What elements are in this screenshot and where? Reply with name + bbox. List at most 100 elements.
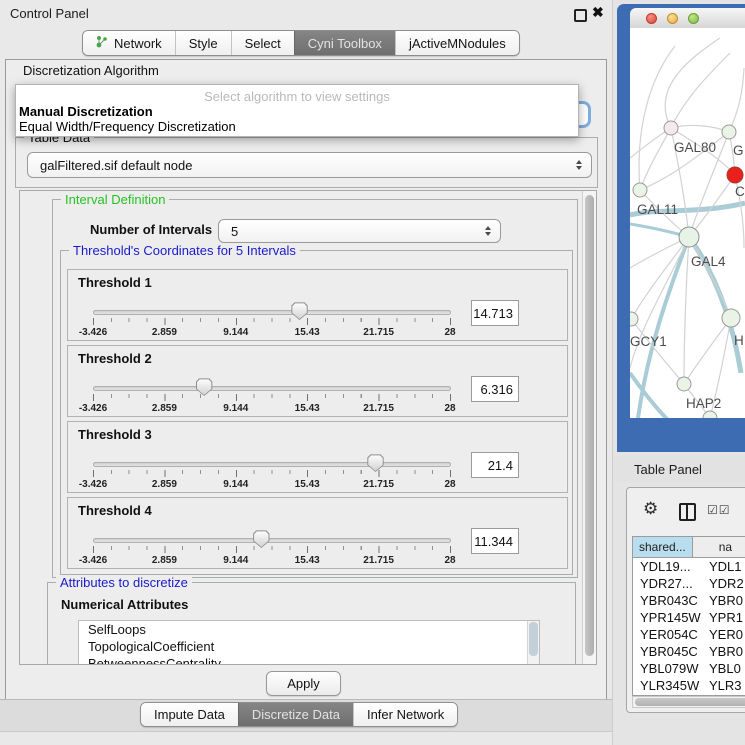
threshold-slider-track[interactable] — [93, 538, 451, 543]
interval-definition-group-title: Interval Definition — [61, 192, 169, 207]
network-node-c[interactable] — [727, 167, 743, 183]
tab-cyni-toolbox[interactable]: Cyni Toolbox — [294, 31, 395, 55]
network-node-gal11[interactable] — [633, 183, 647, 197]
attribute-list-item[interactable]: SelfLoops — [79, 621, 539, 638]
threshold-slider-track[interactable] — [93, 310, 451, 315]
network-node-gal4[interactable] — [679, 227, 699, 247]
numerical-attributes-list[interactable]: SelfLoopsTopologicalCoefficientBetweenne… — [78, 620, 540, 665]
threshold-slider-track[interactable] — [93, 386, 451, 391]
cell-name[interactable]: YLR3 — [709, 678, 742, 693]
network-node-gal80[interactable] — [664, 121, 678, 135]
number-of-intervals-combobox[interactable]: 5 — [218, 219, 501, 243]
cell-shared-name[interactable]: YDR27... — [633, 576, 709, 591]
slider-tick-labels: -3.4262.8599.14415.4321.71528 — [68, 479, 567, 491]
attribute-list-item[interactable]: BetweennessCentrality — [79, 655, 539, 665]
settings-panel-scrollbar[interactable] — [582, 191, 596, 664]
popup-placeholder-option[interactable]: Select algorithm to view settings — [16, 89, 578, 104]
tick-label: 21.715 — [363, 403, 394, 414]
cell-shared-name[interactable]: YDL19... — [633, 559, 709, 574]
tick-label: 9.144 — [223, 327, 248, 338]
network-node-h[interactable] — [722, 309, 740, 327]
minimize-traffic-light-icon[interactable] — [667, 13, 678, 24]
gear-icon[interactable]: ⚙ — [643, 500, 658, 517]
table-row[interactable]: YER054CYER0 — [633, 626, 745, 643]
cell-shared-name[interactable]: YBR043C — [633, 593, 709, 608]
cell-shared-name[interactable]: YBL079W — [633, 661, 709, 676]
tick-label: 9.144 — [223, 479, 248, 490]
tab-select[interactable]: Select — [231, 31, 294, 55]
tick-label: 15.43 — [295, 327, 320, 338]
network-canvas[interactable]: GAL80GCGAL11GAL4GCY1HHAP2 — [630, 28, 745, 418]
tick-label: 21.715 — [363, 479, 394, 490]
network-node-hap2[interactable] — [677, 377, 691, 391]
tab-discretize-data[interactable]: Discretize Data — [238, 703, 353, 726]
node-label: HAP2 — [686, 396, 721, 411]
column-header-shared[interactable]: shared... — [633, 537, 693, 557]
number-of-intervals-value: 5 — [231, 224, 238, 239]
tab-label: Discretize Data — [252, 707, 340, 722]
close-icon[interactable]: ✖ — [592, 4, 604, 21]
table-row[interactable]: YDR27...YDR2 — [633, 575, 745, 592]
network-node-gcy1[interactable] — [630, 312, 638, 326]
cell-shared-name[interactable]: YPR145W — [633, 610, 709, 625]
control-panel-window: Control Panel ✖ Network StyleSelectCyni T… — [0, 0, 613, 745]
table-row[interactable]: YBR043CYBR0 — [633, 592, 745, 609]
cell-shared-name[interactable]: YLR345W — [633, 678, 709, 693]
cell-name[interactable]: YER0 — [709, 627, 743, 642]
attribute-list-item[interactable]: TopologicalCoefficient — [79, 638, 539, 655]
cell-name[interactable]: YBL0 — [709, 661, 741, 676]
tick-label: 2.859 — [152, 403, 177, 414]
threshold-3-panel: Threshold 3 -3.4262.8599.14415.4321.7152… — [67, 421, 568, 493]
tick-label: -3.426 — [79, 327, 107, 338]
tab-impute-data[interactable]: Impute Data — [141, 703, 238, 726]
node-label: G — [733, 143, 744, 158]
table-data-combobox[interactable]: galFiltered.sif default node — [27, 152, 592, 178]
zoom-traffic-light-icon[interactable] — [688, 13, 699, 24]
select-columns-icon[interactable]: ☑☑ — [707, 503, 731, 517]
table-horizontal-scrollbar[interactable] — [632, 696, 745, 708]
cell-shared-name[interactable]: YBR045C — [633, 644, 709, 659]
cell-name[interactable]: YDR2 — [709, 576, 744, 591]
cell-name[interactable]: YBR0 — [709, 644, 743, 659]
tab-infer-network[interactable]: Infer Network — [353, 703, 457, 726]
tab-label: Infer Network — [367, 707, 444, 722]
table-row[interactable]: YLR345WYLR3 — [633, 677, 745, 694]
slider-ticks — [93, 546, 451, 554]
slider-tick-labels: -3.4262.8599.14415.4321.71528 — [68, 327, 567, 339]
cell-name[interactable]: YBR0 — [709, 593, 743, 608]
tick-label: 2.859 — [152, 327, 177, 338]
tick-label: 28 — [444, 403, 455, 414]
column-layout-icon[interactable] — [679, 503, 696, 521]
apply-button[interactable]: Apply — [266, 671, 341, 696]
table-row[interactable]: YDL19...YDL1 — [633, 558, 745, 575]
network-node-g[interactable] — [722, 125, 736, 139]
control-panel-title: Control Panel — [10, 6, 89, 21]
table-row[interactable]: YPR145WYPR1 — [633, 609, 745, 626]
popup-option-manual-discretization[interactable]: Manual Discretization — [19, 104, 153, 119]
table-row[interactable]: YBR045CYBR0 — [633, 643, 745, 660]
tab-style[interactable]: Style — [175, 31, 231, 55]
tab-network[interactable]: Network — [83, 31, 175, 55]
threshold-value-field[interactable]: 21.4 — [471, 452, 519, 478]
number-of-intervals-label: Number of Intervals — [90, 222, 212, 237]
float-window-icon[interactable] — [574, 9, 587, 22]
column-header-name[interactable]: na — [693, 537, 745, 557]
cell-shared-name[interactable]: YER054C — [633, 627, 709, 642]
combo-arrows-icon — [485, 226, 491, 236]
threshold-value-field[interactable]: 14.713 — [471, 300, 519, 326]
tick-label: -3.426 — [79, 555, 107, 566]
thresholds-group: Threshold's Coordinates for 5 Intervals … — [60, 250, 573, 575]
tick-label: 2.859 — [152, 479, 177, 490]
threshold-4-panel: Threshold 4 -3.4262.8599.14415.4321.7152… — [67, 497, 568, 569]
cell-name[interactable]: YPR1 — [709, 610, 743, 625]
attributes-list-scrollbar[interactable] — [527, 621, 539, 665]
tab-label: Network — [114, 36, 162, 51]
cell-name[interactable]: YDL1 — [709, 559, 742, 574]
close-traffic-light-icon[interactable] — [646, 13, 657, 24]
threshold-value-field[interactable]: 11.344 — [471, 528, 519, 554]
threshold-slider-track[interactable] — [93, 462, 451, 467]
popup-option-equal-width-frequency[interactable]: Equal Width/Frequency Discretization — [19, 119, 236, 134]
table-row[interactable]: YBL079WYBL0 — [633, 660, 745, 677]
tab-jactivemnodules[interactable]: jActiveMNodules — [395, 31, 519, 55]
threshold-value-field[interactable]: 6.316 — [471, 376, 519, 402]
